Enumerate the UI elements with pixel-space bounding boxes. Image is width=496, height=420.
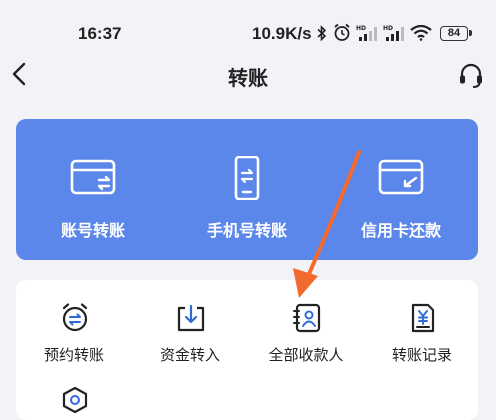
signal-icon-2: HD: [383, 25, 404, 41]
status-time: 16:37: [78, 24, 122, 43]
phone-transfer-button[interactable]: 手机号转账: [170, 119, 324, 260]
all-payees-button[interactable]: 全部收款人: [248, 280, 364, 380]
phone-transfer-icon: [234, 156, 260, 200]
headset-icon: [460, 63, 482, 88]
scheduled-transfer-button[interactable]: 预约转账: [16, 280, 132, 380]
account-transfer-button[interactable]: 账号转账: [16, 119, 170, 260]
phone-transfer-label: 手机号转账: [206, 221, 287, 240]
status-bar: 16:37 10.9K/s HD HD 84: [0, 0, 496, 46]
contacts-book-icon: [293, 303, 321, 333]
nav-bar: 转账: [0, 48, 496, 100]
credit-card-repay-icon: [378, 159, 424, 195]
transfer-records-label: 转账记录: [391, 346, 452, 364]
fund-in-label: 资金转入: [159, 346, 220, 364]
fund-in-icon: [177, 304, 205, 332]
card-transfer-icon: [70, 159, 116, 195]
scheduled-transfer-label: 预约转账: [43, 346, 104, 364]
svg-text:HD: HD: [383, 25, 393, 32]
wifi-icon: [410, 25, 432, 41]
primary-transfer-card: 账号转账 手机号转账 信用卡还款: [16, 119, 478, 260]
network-speed: 10.9K/s: [252, 24, 312, 43]
transfer-records-button[interactable]: 转账记录: [364, 280, 478, 380]
bluetooth-icon: [317, 25, 327, 42]
all-payees-label: 全部收款人: [268, 346, 344, 364]
account-transfer-label: 账号转账: [60, 221, 125, 240]
battery-indicator: 84: [440, 26, 472, 41]
credit-card-repay-label: 信用卡还款: [360, 221, 441, 240]
fund-in-button[interactable]: 资金转入: [132, 280, 248, 380]
svg-text:HD: HD: [356, 25, 366, 32]
secondary-actions-card: 预约转账 资金转入 全部收款人 转账记录: [16, 280, 478, 420]
yuan-record-icon: [411, 303, 435, 333]
credit-card-repay-button[interactable]: 信用卡还款: [324, 119, 478, 260]
alarm-transfer-icon: [62, 303, 88, 332]
more-service-icon[interactable]: [60, 384, 90, 416]
signal-icon: HD: [356, 25, 377, 41]
page-title: 转账: [228, 66, 268, 90]
alarm-icon: [334, 23, 350, 41]
customer-service-button[interactable]: [456, 60, 486, 90]
